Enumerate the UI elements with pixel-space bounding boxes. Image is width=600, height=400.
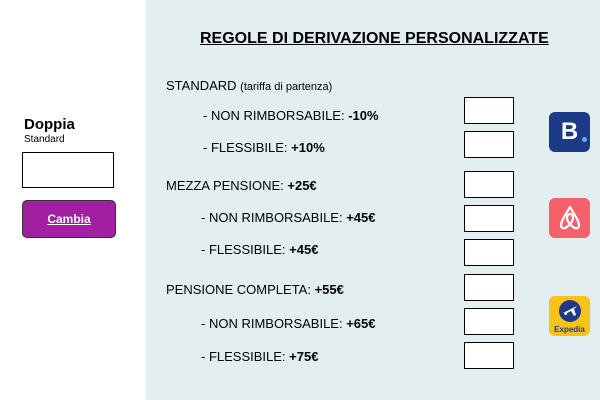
rule-label: STANDARD: [166, 78, 237, 93]
room-subtitle: Standard: [24, 134, 65, 145]
rule-value: -10%: [348, 108, 379, 123]
rule-value: +55€: [314, 282, 344, 297]
rule-value: +45€: [346, 210, 376, 225]
rule-value: +25€: [287, 178, 317, 193]
rule-row-standard-nonrefundable: - NON RIMBORSABILE: -10%: [203, 108, 379, 123]
room-panel: Doppia Standard Cambia: [0, 0, 146, 400]
booking-dot-icon: [582, 137, 587, 142]
rule-row-full-board: PENSIONE COMPLETA: +55€: [166, 282, 344, 297]
rule-label: MEZZA PENSIONE:: [166, 178, 284, 193]
room-value-box[interactable]: [22, 152, 114, 188]
rule-value: +65€: [346, 316, 376, 331]
rule-label: - NON RIMBORSABILE:: [201, 316, 343, 331]
expedia-logo-icon[interactable]: Expedia: [549, 296, 590, 336]
rule-label: - NON RIMBORSABILE:: [201, 210, 343, 225]
airbnb-symbol-icon: [559, 205, 580, 230]
rule-note: (tariffa di partenza): [240, 81, 333, 93]
rule-input-half-board-flexible[interactable]: [464, 239, 514, 266]
rule-label: - FLESSIBILE:: [201, 349, 286, 364]
rule-input-full-board-nonrefundable[interactable]: [464, 308, 514, 335]
rule-row-half-board-nonrefundable: - NON RIMBORSABILE: +45€: [201, 210, 376, 225]
rule-input-half-board-nonrefundable[interactable]: [464, 205, 514, 232]
rule-value: +45€: [289, 242, 319, 257]
booking-logo-icon[interactable]: B: [549, 112, 590, 152]
rule-label: - FLESSIBILE:: [203, 140, 288, 155]
rule-label: - NON RIMBORSABILE:: [203, 108, 345, 123]
rule-value: +10%: [291, 140, 325, 155]
rule-input-full-board[interactable]: [464, 274, 514, 301]
rule-row-full-board-nonrefundable: - NON RIMBORSABILE: +65€: [201, 316, 376, 331]
rule-input-half-board[interactable]: [464, 171, 514, 198]
rule-label: PENSIONE COMPLETA:: [166, 282, 311, 297]
page-title: REGOLE DI DERIVAZIONE PERSONALIZZATE: [200, 30, 549, 47]
rule-row-standard: STANDARD (tariffa di partenza): [166, 78, 332, 93]
rule-input-standard[interactable]: [464, 97, 514, 124]
rule-row-full-board-flexible: - FLESSIBILE: +75€: [201, 349, 318, 364]
room-name: Doppia: [24, 116, 75, 133]
rule-value: +75€: [289, 349, 319, 364]
rule-row-half-board-flexible: - FLESSIBILE: +45€: [201, 242, 318, 257]
rule-input-full-board-flexible[interactable]: [464, 342, 514, 369]
rule-input-standard-flexible[interactable]: [464, 131, 514, 158]
rule-row-half-board: MEZZA PENSIONE: +25€: [166, 178, 317, 193]
expedia-plane-icon: [558, 300, 581, 322]
rule-row-standard-flexible: - FLESSIBILE: +10%: [203, 140, 325, 155]
rule-label: - FLESSIBILE:: [201, 242, 286, 257]
rules-panel: [146, 0, 600, 400]
change-button[interactable]: Cambia: [22, 200, 116, 238]
airbnb-logo-icon[interactable]: [549, 198, 590, 238]
